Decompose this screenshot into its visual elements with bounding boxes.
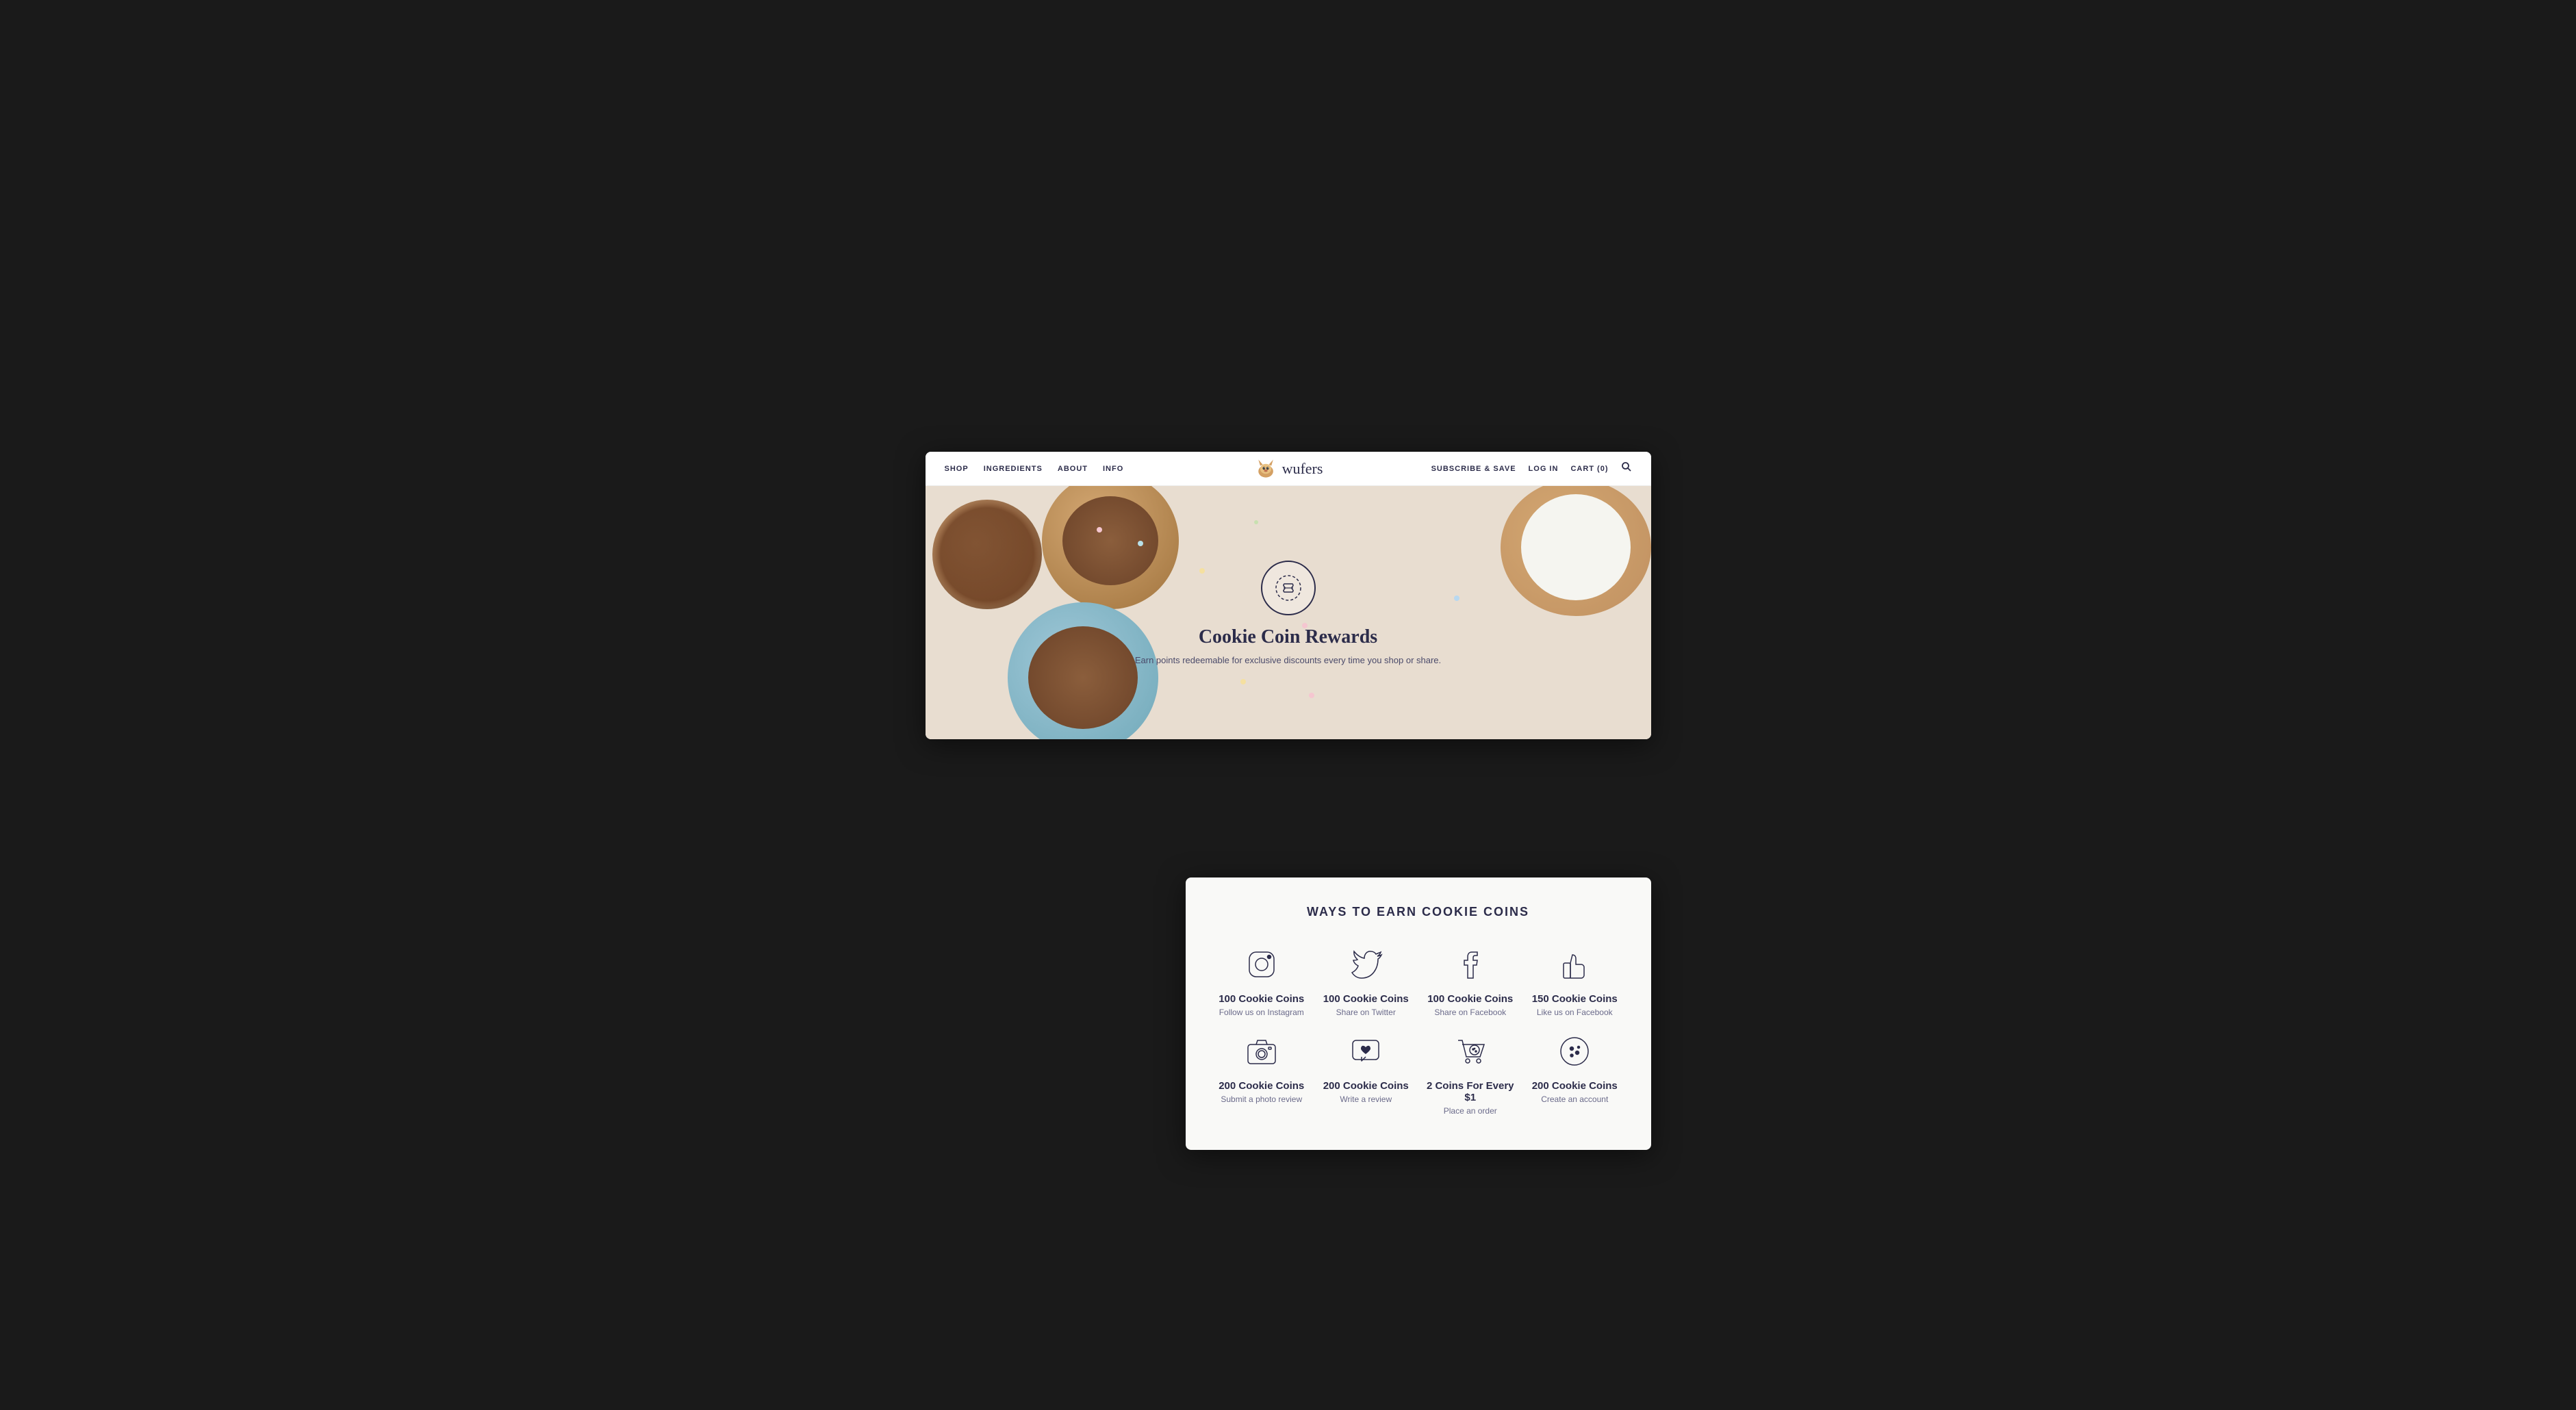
reward-facebook-share[interactable]: 100 Cookie Coins Share on Facebook: [1422, 944, 1520, 1017]
hero-subtitle: Earn points redeemable for exclusive dis…: [1135, 655, 1441, 665]
instagram-icon: [1241, 944, 1282, 985]
reward-write-review[interactable]: 200 Cookie Coins Write a review: [1317, 1031, 1415, 1116]
reward-facebook-like[interactable]: 150 Cookie Coins Like us on Facebook: [1526, 944, 1624, 1017]
logo-text[interactable]: wufers: [1282, 460, 1323, 478]
nav-shop[interactable]: SHOP: [945, 465, 969, 473]
place-order-coins: 2 Coins For Every $1: [1422, 1080, 1520, 1103]
instagram-desc: Follow us on Instagram: [1219, 1008, 1304, 1017]
sprinkle: [1454, 595, 1459, 601]
nav-left: SHOP INGREDIENTS ABOUT INFO: [945, 465, 1288, 473]
logo-area[interactable]: wufers: [1253, 457, 1323, 481]
search-icon[interactable]: [1621, 461, 1632, 476]
sprinkle: [1254, 520, 1258, 524]
cart-icon: [1450, 1031, 1491, 1072]
twitter-coins: 100 Cookie Coins: [1323, 993, 1409, 1005]
nav-login[interactable]: LOG IN: [1529, 465, 1559, 473]
sprinkle: [1309, 693, 1314, 698]
photo-review-coins: 200 Cookie Coins: [1219, 1080, 1304, 1092]
cookie-circle-icon: [1554, 1031, 1595, 1072]
camera-icon: [1241, 1031, 1282, 1072]
facebook-icon: [1450, 944, 1491, 985]
nav-cart[interactable]: CART (0): [1570, 465, 1608, 473]
place-order-desc: Place an order: [1444, 1106, 1497, 1116]
create-account-desc: Create an account: [1541, 1094, 1608, 1104]
rewards-grid: 100 Cookie Coins Follow us on Instagram …: [1213, 944, 1624, 1116]
sprinkle: [1240, 679, 1246, 684]
nav-right: SUBSCRIBE & SAVE LOG IN CART (0): [1288, 461, 1632, 476]
facebook-share-coins: 100 Cookie Coins: [1427, 993, 1513, 1005]
reward-photo-review[interactable]: 200 Cookie Coins Submit a photo review: [1213, 1031, 1311, 1116]
write-review-coins: 200 Cookie Coins: [1323, 1080, 1409, 1092]
hero-content: Cookie Coin Rewards Earn points redeemab…: [1135, 561, 1441, 665]
create-account-coins: 200 Cookie Coins: [1532, 1080, 1618, 1092]
rewards-panel: WAYS TO EARN COOKIE COINS 100 Cookie Coi…: [1186, 877, 1651, 1150]
navigation: SHOP INGREDIENTS ABOUT INFO: [926, 452, 1651, 486]
instagram-coins: 100 Cookie Coins: [1219, 993, 1304, 1005]
reward-instagram[interactable]: 100 Cookie Coins Follow us on Instagram: [1213, 944, 1311, 1017]
nav-ingredients[interactable]: INGREDIENTS: [984, 465, 1043, 473]
cookie-decoration-3: [1501, 486, 1651, 616]
cookie-decoration-1: [932, 500, 1042, 609]
heart-message-icon: [1345, 1031, 1386, 1072]
reward-twitter[interactable]: 100 Cookie Coins Share on Twitter: [1317, 944, 1415, 1017]
cookie-bone-icon: [1261, 561, 1316, 615]
facebook-like-coins: 150 Cookie Coins: [1532, 993, 1618, 1005]
sprinkle: [1138, 541, 1143, 546]
thumbs-up-icon: [1554, 944, 1595, 985]
hero-section: Cookie Coin Rewards Earn points redeemab…: [926, 486, 1651, 739]
rewards-section-title: WAYS TO EARN COOKIE COINS: [1213, 905, 1624, 919]
browser-window: SHOP INGREDIENTS ABOUT INFO: [926, 452, 1651, 739]
nav-info[interactable]: INFO: [1103, 465, 1123, 473]
nav-about[interactable]: ABOUT: [1058, 465, 1088, 473]
reward-place-order[interactable]: 2 Coins For Every $1 Place an order: [1422, 1031, 1520, 1116]
sprinkle: [1097, 527, 1102, 533]
facebook-share-desc: Share on Facebook: [1434, 1008, 1506, 1017]
write-review-desc: Write a review: [1340, 1094, 1392, 1104]
corgi-icon: [1253, 457, 1278, 481]
reward-create-account[interactable]: 200 Cookie Coins Create an account: [1526, 1031, 1624, 1116]
twitter-desc: Share on Twitter: [1336, 1008, 1396, 1017]
twitter-icon: [1345, 944, 1386, 985]
facebook-like-desc: Like us on Facebook: [1537, 1008, 1613, 1017]
photo-review-desc: Submit a photo review: [1221, 1094, 1302, 1104]
hero-title: Cookie Coin Rewards: [1135, 626, 1441, 648]
nav-subscribe[interactable]: SUBSCRIBE & SAVE: [1431, 465, 1516, 473]
